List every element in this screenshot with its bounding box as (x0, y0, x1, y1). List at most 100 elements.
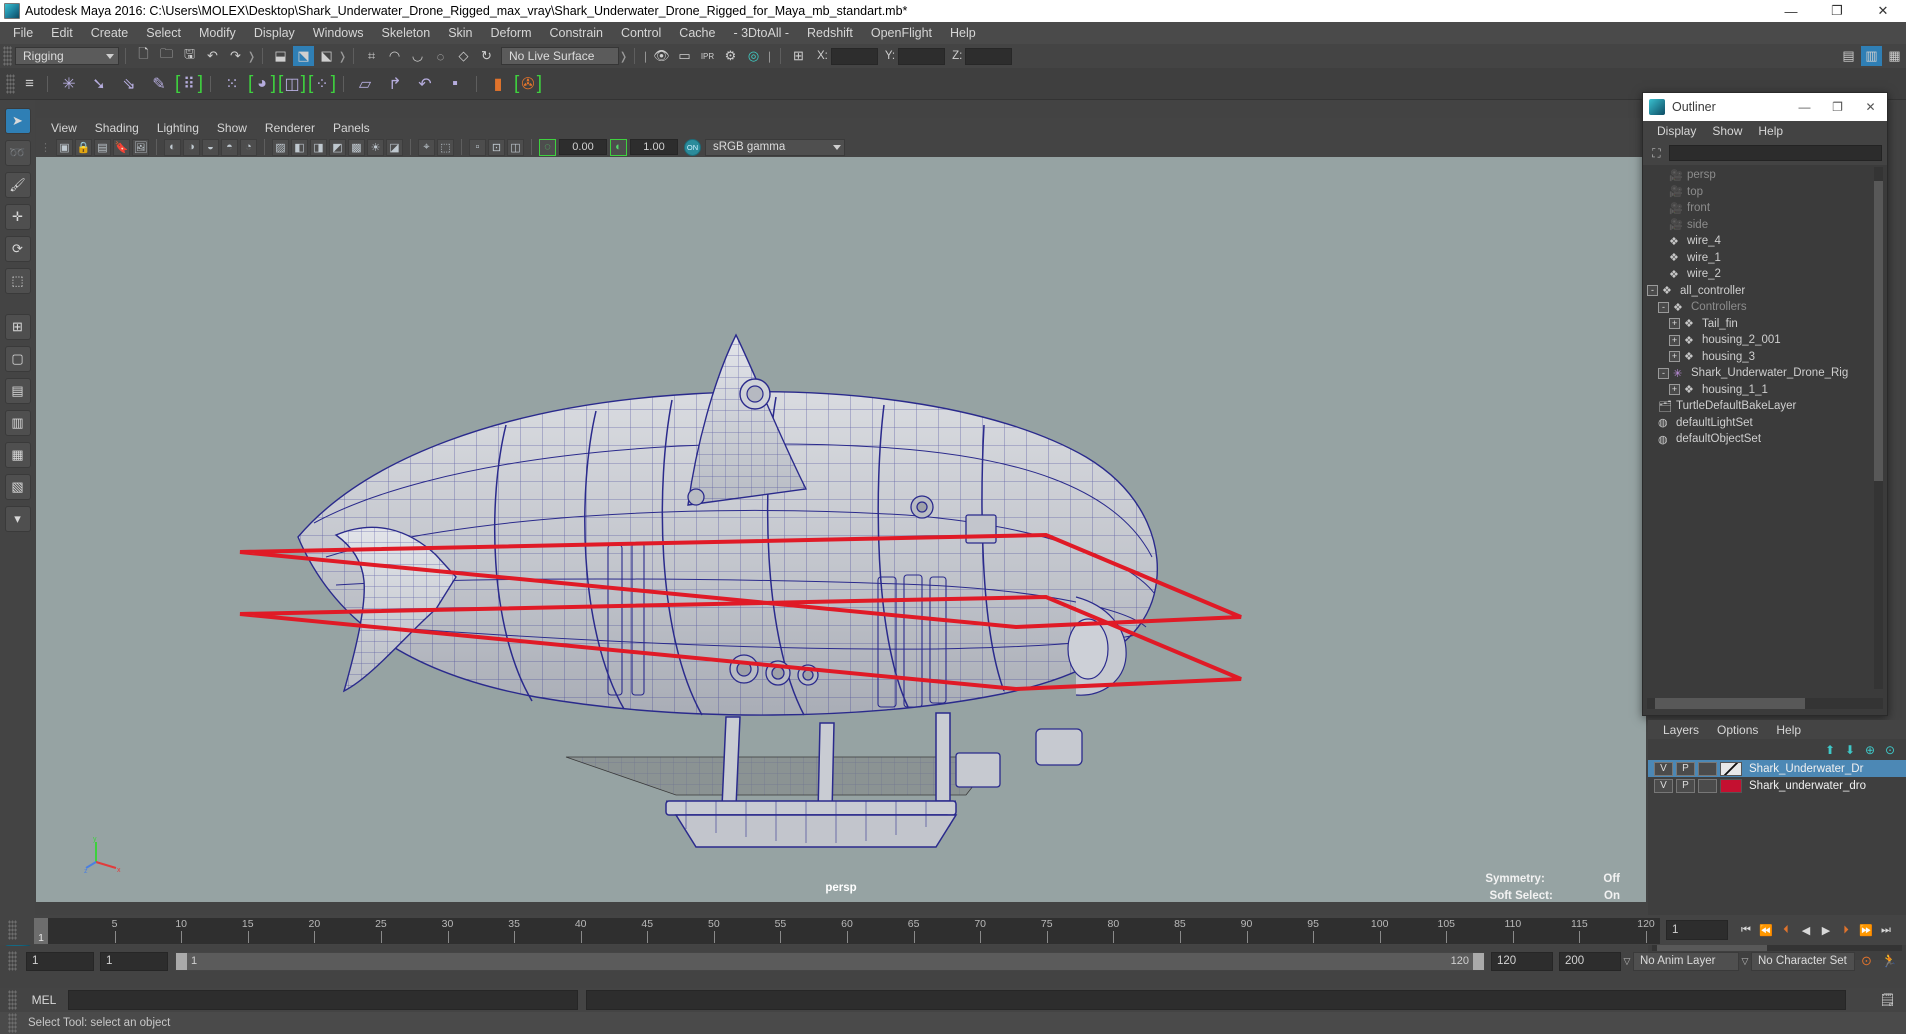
toolbar-flapper[interactable]: ❭ (338, 47, 347, 65)
play-backwards-icon[interactable]: ◀ (1796, 919, 1816, 941)
menu-edit[interactable]: Edit (42, 24, 82, 42)
snap-to-view-plane-icon[interactable]: ◇ (453, 46, 474, 66)
xray-active-components-icon[interactable]: ⬚ (437, 138, 454, 156)
menu-control[interactable]: Control (612, 24, 670, 42)
go-to-end-icon[interactable]: ⏭ (1876, 919, 1896, 941)
viewport-menu-lighting[interactable]: Lighting (148, 120, 208, 136)
outliner-maximize-button[interactable]: ❐ (1821, 93, 1854, 121)
anim-start-field[interactable]: 1 (26, 951, 94, 971)
viewport-menu-renderer[interactable]: Renderer (256, 120, 324, 136)
grid-toggle-icon[interactable]: ⊡ (488, 138, 505, 156)
outliner-minimize-button[interactable]: — (1788, 93, 1821, 121)
toolbar-flapper[interactable]: ❭ (619, 47, 628, 65)
xray-joints-icon[interactable]: ⌖ (418, 138, 435, 156)
ao-icon[interactable]: ◒ (202, 138, 219, 156)
range-left-handle[interactable] (176, 952, 187, 970)
menu-cache[interactable]: Cache (670, 24, 724, 42)
create-joint-icon[interactable]: ✳ (55, 70, 83, 98)
bookmark-icon[interactable]: 🔖 (113, 138, 130, 156)
paint-weights-icon[interactable]: ◕ (248, 70, 276, 98)
move-layer-up-icon[interactable]: ⬆ (1820, 741, 1840, 759)
go-to-start-icon[interactable]: ⏮ (1736, 919, 1756, 941)
close-button[interactable]: ✕ (1860, 0, 1906, 22)
gamma-icon[interactable]: ◐ (610, 138, 627, 156)
new-scene-icon[interactable]: 🗋 (133, 46, 154, 66)
orient-constraint-icon[interactable]: ▪ (441, 70, 469, 98)
menu-skeleton[interactable]: Skeleton (373, 24, 440, 42)
viewport-menu-shading[interactable]: Shading (86, 120, 148, 136)
step-back-frame-icon[interactable]: ⏴ (1776, 919, 1796, 941)
outliner-menu-show[interactable]: Show (1704, 123, 1750, 139)
shaded-wireframe-icon[interactable]: ◩ (329, 138, 346, 156)
menu-redshift[interactable]: Redshift (798, 24, 862, 42)
expand-toggle-icon[interactable]: + (1669, 318, 1680, 330)
outliner-item[interactable]: + ❖ housing_3 (1647, 349, 1883, 366)
color-management-toggle[interactable]: ON (684, 138, 701, 156)
range-end-field[interactable]: 120 (1491, 951, 1553, 971)
time-slider[interactable]: 1 5 10 15 20 25 30 35 40 45 50 55 60 65 70 75 80 85 90 95 1… (34, 918, 1660, 944)
layout-outliner-icon[interactable]: ▥ (4, 410, 31, 436)
layout-single-view-icon[interactable]: ▢ (4, 346, 31, 372)
textured-icon[interactable]: ▩ (348, 138, 365, 156)
command-line-grip[interactable] (8, 990, 17, 1010)
layer-playback-toggle[interactable]: P (1676, 778, 1695, 793)
undo-icon[interactable]: ↶ (202, 46, 223, 66)
viewport-menu-panels[interactable]: Panels (324, 120, 379, 136)
layout-four-view-icon[interactable]: ⊞ (4, 314, 31, 340)
menu-constrain[interactable]: Constrain (541, 24, 613, 42)
color-profile-dropdown[interactable]: sRGB gamma (705, 138, 845, 156)
outliner-item[interactable]: + ❖ Tail_fin (1647, 316, 1883, 333)
command-input[interactable] (68, 990, 578, 1010)
hypershade-icon[interactable]: ◎ (743, 46, 764, 66)
z-field[interactable] (965, 47, 1013, 65)
exposure-icon[interactable]: ◌ (539, 138, 556, 156)
collapse-toggle-icon[interactable]: - (1658, 301, 1669, 313)
search-filter-icon[interactable]: ⛶ (1648, 145, 1665, 161)
expand-toggle-icon[interactable]: + (1669, 384, 1680, 396)
animation-preferences-icon[interactable]: 🏃 (1879, 951, 1900, 971)
select-by-object-icon[interactable]: ⬔ (293, 46, 314, 66)
outliner-item[interactable]: ◍ defaultLightSet (1647, 415, 1883, 432)
snap-to-curve-icon[interactable]: ◠ (384, 46, 405, 66)
parent-constraint-icon[interactable]: ↱ (381, 70, 409, 98)
rotate-tool-icon[interactable]: ⟳ (4, 236, 31, 262)
image-plane-icon[interactable]: 🖼 (132, 138, 149, 156)
move-layer-down-icon[interactable]: ⬇ (1840, 741, 1860, 759)
layer-row[interactable]: V P Shark_underwater_dro (1648, 777, 1906, 794)
outliner-item[interactable]: 🎥 front (1647, 200, 1883, 217)
expand-toggle-icon[interactable]: + (1669, 351, 1680, 363)
command-output[interactable] (586, 990, 1846, 1010)
quick-rig-icon[interactable]: ⠿ (175, 70, 203, 98)
outliner-search-input[interactable] (1669, 145, 1882, 161)
shelf-tabs-icon[interactable]: ≡ (19, 74, 40, 94)
outliner-tree[interactable]: 🎥 persp 🎥 top 🎥 front 🎥 side ❖ wire_4 ❖ wire_1 ❖ wire… (1647, 167, 1883, 689)
outliner-close-button[interactable]: ✕ (1854, 93, 1887, 121)
time-slider-grip[interactable] (8, 920, 17, 940)
show-channel-box-icon[interactable]: ▦ (1884, 46, 1905, 66)
gamma-value[interactable]: 1.00 (630, 139, 678, 155)
maximize-button[interactable]: ❐ (1814, 0, 1860, 22)
render-current-frame-icon[interactable]: 👁 (651, 46, 672, 66)
menu-display[interactable]: Display (245, 24, 304, 42)
snap-to-grid-icon[interactable]: ⌗ (361, 46, 382, 66)
character-set-dropdown-arrow[interactable]: ▽ (1739, 952, 1751, 971)
select-by-component-icon[interactable]: ⬕ (316, 46, 337, 66)
layer-color-swatch[interactable] (1720, 778, 1742, 793)
collapse-toggle-icon[interactable]: - (1658, 367, 1669, 379)
scale-tool-icon[interactable]: ⬚ (4, 268, 31, 294)
aa-icon[interactable]: ◓ (221, 138, 238, 156)
menu-skin[interactable]: Skin (439, 24, 481, 42)
minimize-button[interactable]: — (1768, 0, 1814, 22)
snap-to-projected-center-icon[interactable]: ◌ (430, 46, 451, 66)
help-line-grip[interactable] (8, 1013, 17, 1033)
render-settings-icon[interactable]: ⚙ (720, 46, 741, 66)
open-scene-icon[interactable]: 🗀 (156, 46, 177, 66)
layer-type-toggle[interactable] (1698, 761, 1717, 776)
auto-key-icon[interactable]: ⊙ (1856, 951, 1877, 971)
bind-skin-icon[interactable]: ⁙ (218, 70, 246, 98)
outliner-horizontal-scrollbar[interactable] (1647, 698, 1883, 709)
menu-3dtoall[interactable]: - 3DtoAll - (724, 24, 798, 42)
layout-more-icon[interactable]: ▾ (4, 506, 31, 532)
outliner-item[interactable]: ❖ wire_1 (1647, 250, 1883, 267)
ik-spline-icon[interactable]: ⇘ (115, 70, 143, 98)
